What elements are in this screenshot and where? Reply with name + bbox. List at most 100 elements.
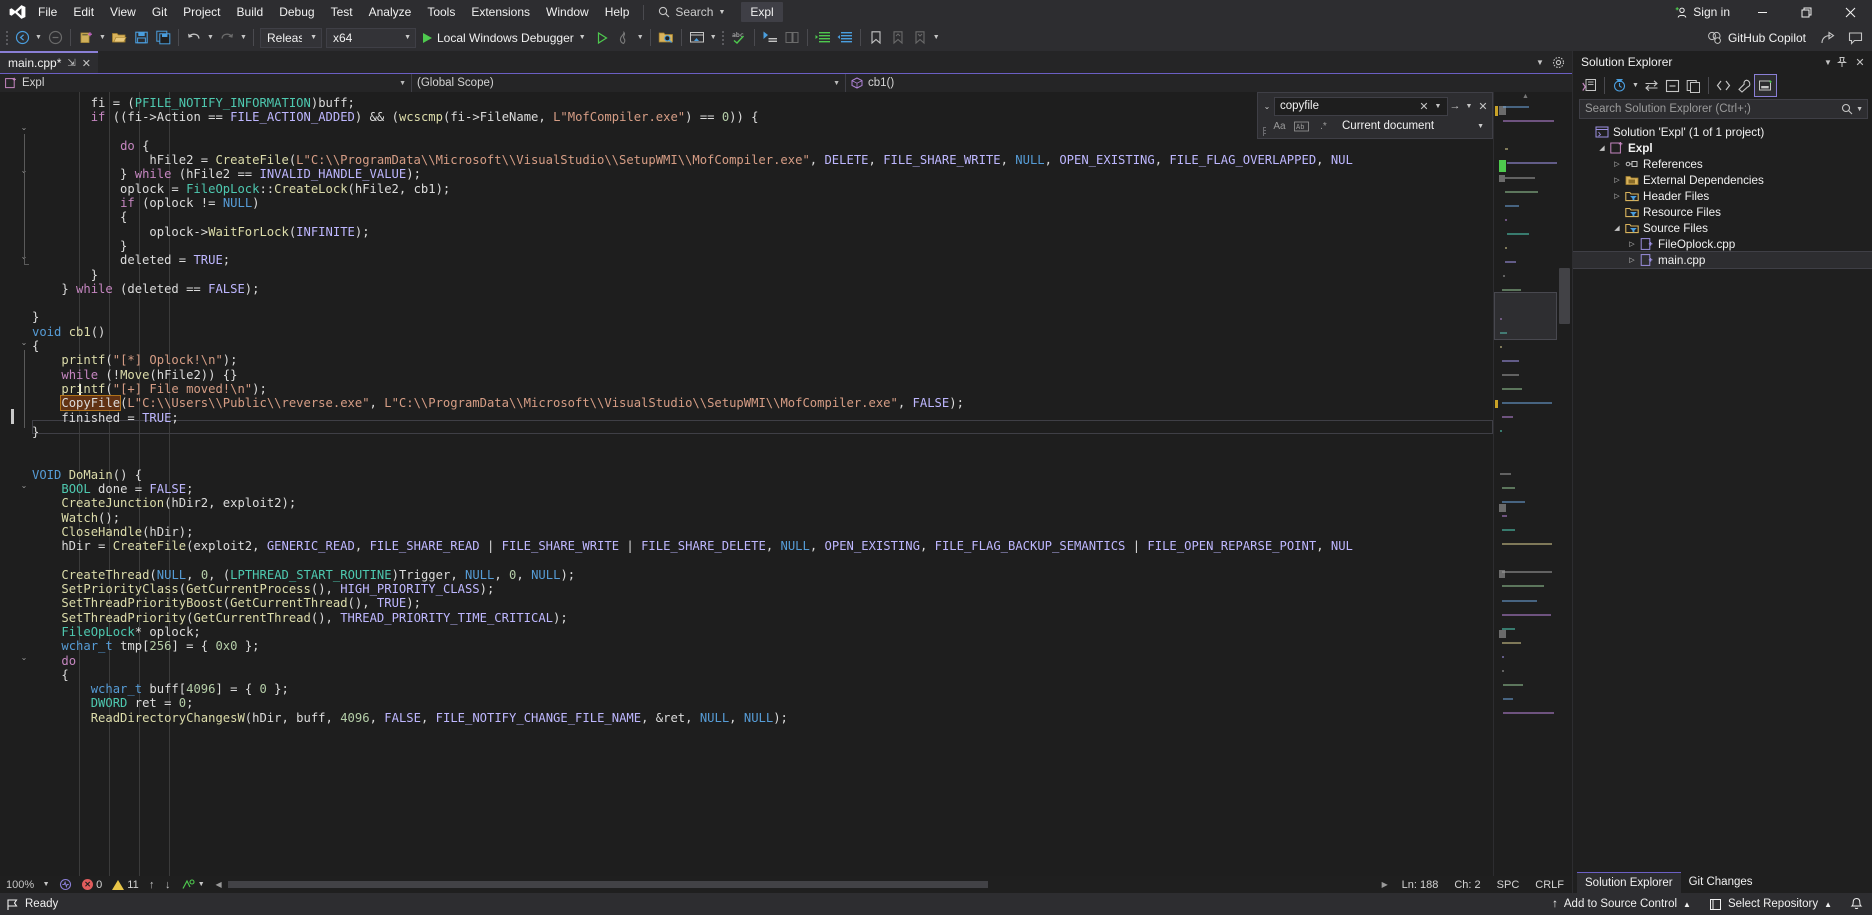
increase-indent-icon[interactable] <box>812 27 834 49</box>
navbar-scope-dropdown[interactable]: (Global Scope) ▼ <box>412 74 846 92</box>
fold-marker[interactable]: ⌄ <box>16 478 32 492</box>
pending-changes-filter-icon[interactable] <box>1609 75 1630 96</box>
undo-dropdown-icon[interactable]: ▼ <box>205 27 216 49</box>
search-icon[interactable] <box>1841 103 1853 115</box>
active-files-dropdown-icon[interactable]: ▼ <box>1532 53 1548 71</box>
solution-explorer-tree[interactable]: Solution 'Expl' (1 of 1 project) ◢ Expl ▷ Re… <box>1573 122 1872 872</box>
match-whole-word-toggle[interactable]: Ab <box>1292 118 1311 135</box>
menu-item-git[interactable]: Git <box>144 0 175 24</box>
menu-item-window[interactable]: Window <box>538 0 597 24</box>
undo-icon[interactable] <box>183 27 205 49</box>
properties-wrench-icon[interactable] <box>1734 75 1755 96</box>
window-restore-button[interactable] <box>1784 0 1828 24</box>
close-find-icon[interactable]: ✕ <box>1476 100 1490 113</box>
minimap-viewport[interactable] <box>1494 292 1557 340</box>
navigate-backward-icon[interactable] <box>11 27 33 49</box>
source-code-text[interactable]: fi = (PFILE_NOTIFY_INFORMATION)buff; if … <box>32 96 1353 725</box>
pin-tab-icon[interactable]: ⇲ <box>67 58 75 69</box>
find-next-icon[interactable]: → <box>1448 100 1462 112</box>
solution-explorer-item[interactable]: ◢ Expl <box>1573 140 1872 156</box>
solution-configuration-combo[interactable]: Release ▼ <box>260 27 322 48</box>
editor-tab-main-cpp[interactable]: main.cpp* ⇲ ✕ <box>0 51 98 73</box>
save-file-icon[interactable] <box>130 27 152 49</box>
collapse-all-icon[interactable] <box>1662 75 1683 96</box>
find-widget-grip[interactable] <box>1259 127 1269 136</box>
editor-indicator-margin[interactable] <box>0 92 16 876</box>
clear-find-icon[interactable]: ✕ <box>1417 100 1431 113</box>
solution-explorer-item[interactable]: ▷ main.cpp <box>1573 251 1872 269</box>
scroll-left-icon[interactable]: ◀ <box>212 880 226 889</box>
global-search-box[interactable]: Search ▼ <box>650 2 733 22</box>
code-minimap[interactable]: ▲ <box>1493 92 1557 876</box>
feedback-icon[interactable] <box>1844 27 1866 49</box>
toggle-bookmark-icon[interactable] <box>865 27 887 49</box>
sign-in-button[interactable]: Sign in <box>1665 5 1740 19</box>
scroll-right-icon[interactable]: ▶ <box>1378 880 1392 889</box>
tab-solution-explorer[interactable]: Solution Explorer <box>1577 872 1681 893</box>
github-copilot-button[interactable]: GitHub Copilot <box>1703 31 1810 45</box>
spell-check-icon[interactable]: abc <box>728 27 750 49</box>
menu-item-tools[interactable]: Tools <box>419 0 463 24</box>
expander-expand-icon[interactable]: ▷ <box>1626 256 1638 264</box>
new-project-icon[interactable] <box>75 27 97 49</box>
vertical-scroll-thumb[interactable] <box>1559 268 1570 324</box>
solution-platform-combo[interactable]: x64 ▼ <box>326 27 416 48</box>
editor-horizontal-scrollbar[interactable]: ◀ ▶ <box>211 877 1392 892</box>
navigate-forward-icon[interactable] <box>44 27 66 49</box>
next-bookmark-icon[interactable] <box>909 27 931 49</box>
toolbar-grip[interactable] <box>2 29 11 47</box>
code-health-indicator[interactable] <box>54 878 77 891</box>
hot-reload-icon[interactable] <box>613 27 635 49</box>
find-scope-dropdown[interactable]: Current document ▼ <box>1336 120 1490 132</box>
solution-explorer-item[interactable]: Resource Files <box>1573 204 1872 220</box>
navbar-project-dropdown[interactable]: Expl ▼ <box>0 74 412 92</box>
menu-item-help[interactable]: Help <box>597 0 638 24</box>
tab-git-changes[interactable]: Git Changes <box>1681 872 1761 893</box>
expander-expand-icon[interactable]: ▷ <box>1611 176 1623 184</box>
filter-dropdown-icon[interactable]: ▼ <box>1630 75 1641 97</box>
window-close-button[interactable] <box>1828 0 1872 24</box>
menu-item-view[interactable]: View <box>102 0 144 24</box>
previous-issue-icon[interactable]: ↑ <box>144 879 160 891</box>
redo-icon[interactable] <box>216 27 238 49</box>
preview-dropdown-icon[interactable]: ▼ <box>708 27 719 49</box>
expander-collapse-icon[interactable]: ◢ <box>1596 144 1608 152</box>
find-input[interactable]: copyfile ✕ ▼ <box>1274 96 1448 116</box>
solution-explorer-home-icon[interactable] <box>1579 75 1600 96</box>
horizontal-scroll-thumb[interactable] <box>227 881 988 888</box>
notifications-button[interactable] <box>1841 893 1872 915</box>
navbar-member-dropdown[interactable]: cb1() <box>846 74 1572 92</box>
indentation-indicator[interactable]: SPC <box>1489 879 1528 891</box>
search-folder-icon[interactable] <box>655 27 677 49</box>
solution-name-chip[interactable]: Expl <box>741 2 783 22</box>
editor-outlining-margin[interactable]: ⌄ ⌄ ⌄ ⌄ ⌄ ⌄ <box>16 92 32 876</box>
panel-menu-chevron-icon[interactable]: ▼ <box>1820 58 1836 67</box>
navigate-backward-dropdown-icon[interactable]: ▼ <box>33 27 44 49</box>
solution-explorer-item[interactable]: ▷ Header Files <box>1573 188 1872 204</box>
hot-reload-dropdown-icon[interactable]: ▼ <box>635 27 646 49</box>
add-to-source-control-button[interactable]: ↑ Add to Source Control ▲ <box>1543 893 1700 915</box>
toolbar-overflow-icon[interactable]: ▼ <box>931 27 942 49</box>
line-ending-indicator[interactable]: CRLF <box>1527 879 1572 891</box>
solution-explorer-item[interactable]: Solution 'Expl' (1 of 1 project) <box>1573 124 1872 140</box>
open-file-icon[interactable] <box>108 27 130 49</box>
sync-with-active-document-icon[interactable] <box>1641 75 1662 96</box>
decrease-indent-icon[interactable] <box>834 27 856 49</box>
share-icon[interactable] <box>1816 27 1838 49</box>
menu-item-test[interactable]: Test <box>323 0 361 24</box>
use-regex-toggle[interactable]: .* <box>1314 118 1333 135</box>
expander-expand-icon[interactable]: ▷ <box>1611 192 1623 200</box>
fold-marker[interactable]: ⌄ <box>16 335 32 349</box>
redo-dropdown-icon[interactable]: ▼ <box>238 27 249 49</box>
show-all-files-icon[interactable] <box>1683 75 1704 96</box>
menu-item-file[interactable]: File <box>30 0 65 24</box>
comment-selection-icon[interactable] <box>759 27 781 49</box>
solution-explorer-item[interactable]: ▷ External Dependencies <box>1573 172 1872 188</box>
solution-explorer-search-input[interactable]: Search Solution Explorer (Ctrl+;) ▼ <box>1579 99 1868 119</box>
preview-window-icon[interactable] <box>686 27 708 49</box>
menu-item-build[interactable]: Build <box>229 0 272 24</box>
solution-explorer-properties-icon[interactable] <box>1754 74 1777 97</box>
select-repository-button[interactable]: Select Repository ▲ <box>1700 893 1841 915</box>
warning-count-indicator[interactable]: 11 <box>107 879 143 891</box>
solution-explorer-item[interactable]: ◢ Source Files <box>1573 220 1872 236</box>
